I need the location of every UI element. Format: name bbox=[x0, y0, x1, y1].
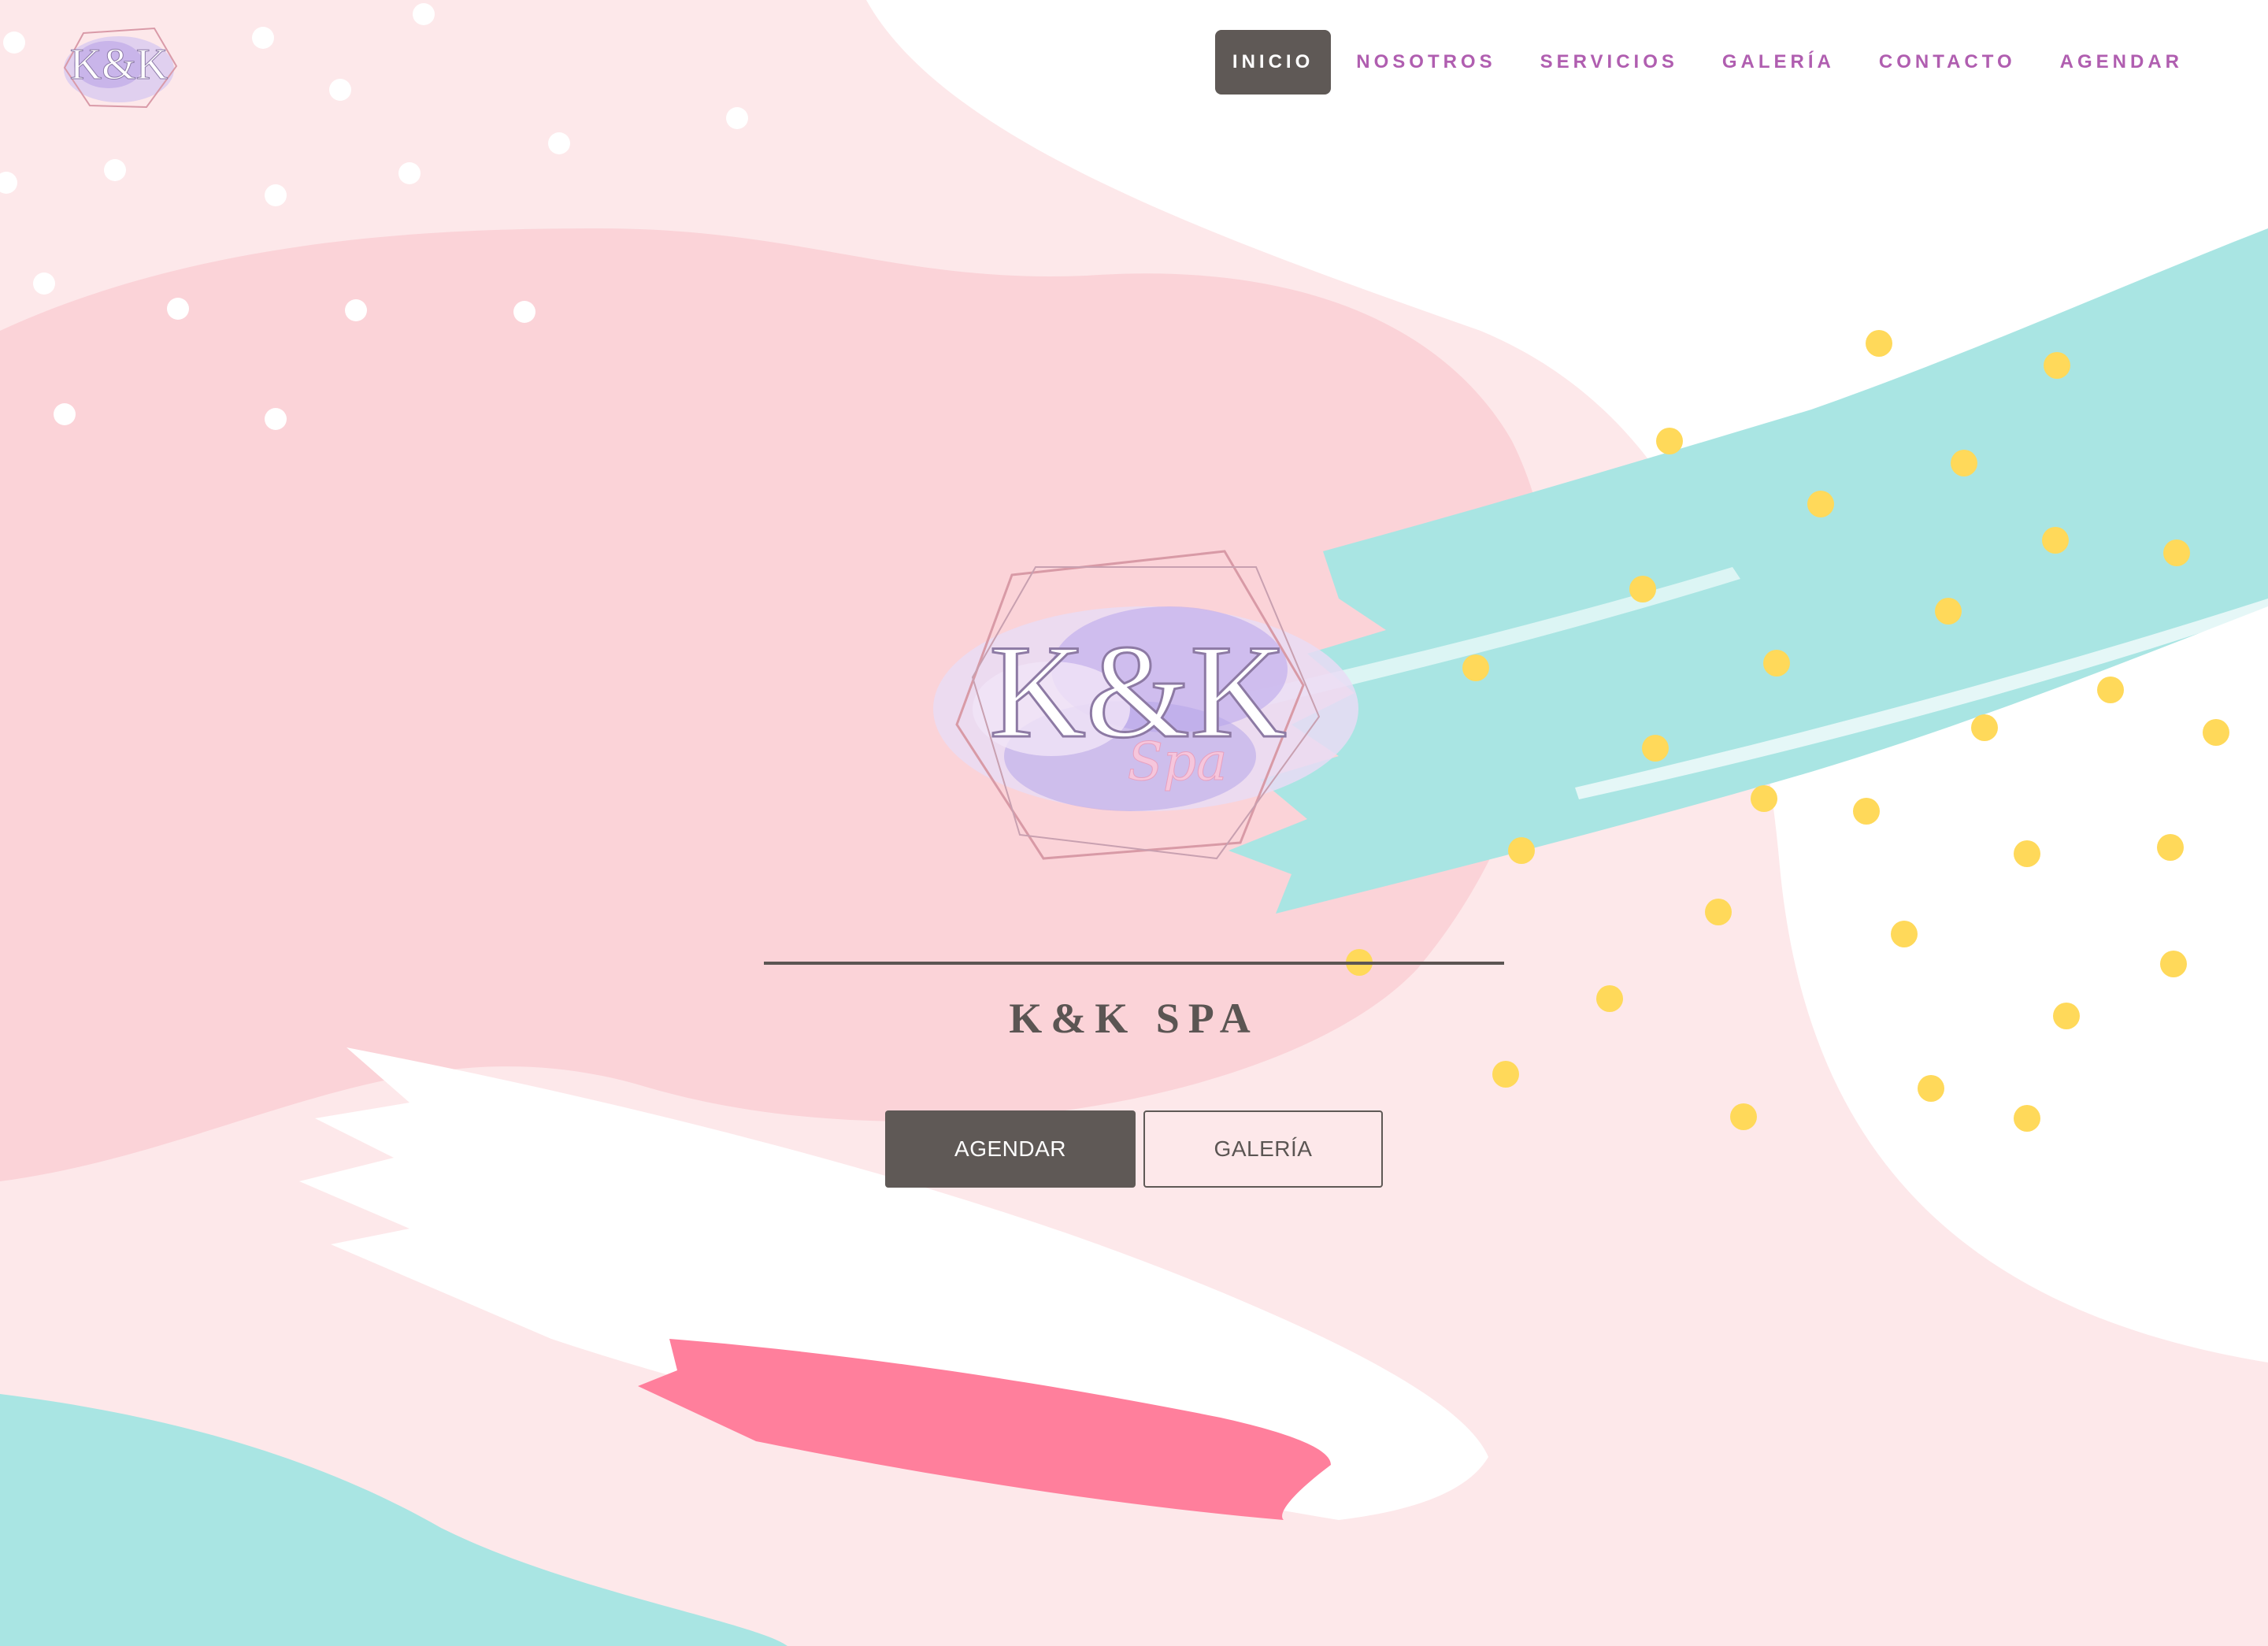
nav-item-contacto[interactable]: CONTACTO bbox=[1857, 30, 2038, 95]
nav-item-agendar[interactable]: AGENDAR bbox=[2038, 30, 2205, 95]
nav-item-galeria[interactable]: GALERÍA bbox=[1700, 30, 1857, 95]
main-nav: INICIO NOSOTROS SERVICIOS GALERÍA CONTAC… bbox=[1214, 30, 2205, 95]
hero-divider bbox=[764, 962, 1504, 965]
svg-text:Spa: Spa bbox=[1128, 732, 1228, 792]
svg-text:K&K: K&K bbox=[70, 40, 168, 89]
hero-title: K&K SPA bbox=[1009, 995, 1259, 1042]
agendar-button[interactable]: AGENDAR bbox=[885, 1110, 1136, 1188]
nav-item-inicio[interactable]: INICIO bbox=[1214, 30, 1332, 95]
hero-logo: K&K Spa bbox=[933, 550, 1358, 860]
nav-item-nosotros[interactable]: NOSOTROS bbox=[1334, 30, 1518, 95]
galeria-button[interactable]: GALERÍA bbox=[1143, 1110, 1383, 1188]
header-logo[interactable]: K&K bbox=[52, 17, 186, 120]
nav-item-servicios[interactable]: SERVICIOS bbox=[1518, 30, 1700, 95]
